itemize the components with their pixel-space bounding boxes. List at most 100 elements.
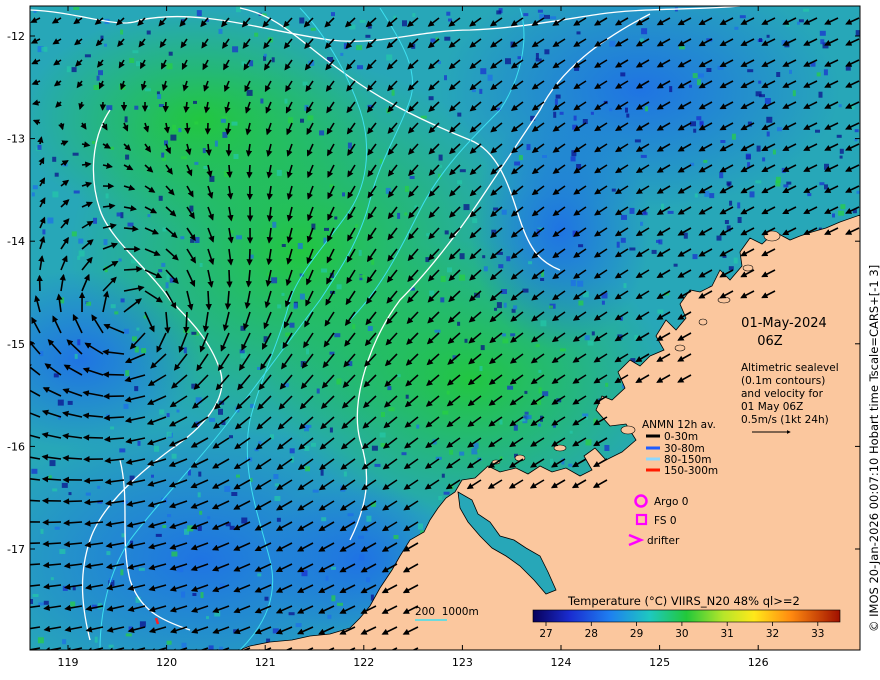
sst-pixel	[157, 94, 162, 99]
sst-pixel	[229, 525, 235, 530]
sst-pixel	[158, 104, 164, 107]
sst-pixel	[692, 254, 698, 260]
sst-pixel	[77, 339, 81, 346]
sst-pixel	[836, 134, 842, 138]
sst-pixel	[528, 261, 533, 265]
sst-pixel	[38, 602, 45, 606]
sst-pixel	[524, 411, 529, 415]
sst-pixel	[206, 616, 209, 620]
sst-pixel	[611, 188, 616, 192]
sst-pixel	[359, 19, 366, 23]
sst-pixel	[224, 485, 231, 492]
sst-pixel	[679, 46, 685, 50]
velocity-arrow	[226, 164, 233, 179]
sst-pixel	[766, 34, 770, 38]
sst-pixel	[180, 236, 185, 240]
sst-pixel	[472, 218, 478, 224]
side-credit-label: © IMOS 20-Jan-2026 00:07:10 Hobart time …	[867, 265, 880, 632]
sst-pixel	[629, 207, 635, 214]
sst-pixel	[139, 621, 146, 628]
sst-pixel	[258, 441, 262, 445]
sst-pixel	[120, 298, 125, 303]
velocity-arrow	[184, 122, 191, 135]
date-label: 01-May-2024	[741, 316, 827, 331]
sst-pixel	[446, 390, 450, 395]
sst-pixel	[167, 514, 172, 518]
sst-pixel	[387, 386, 392, 391]
sst-pixel	[289, 322, 295, 328]
sst-pixel	[125, 154, 130, 160]
sst-pixel	[190, 238, 195, 243]
sst-pixel	[840, 204, 846, 210]
sst-pixel	[807, 193, 812, 197]
sst-pixel	[124, 116, 128, 123]
sst-pixel	[832, 213, 835, 218]
sst-pixel	[819, 182, 825, 186]
sst-pixel	[459, 253, 465, 260]
sst-pixel	[310, 27, 316, 31]
sst-pixel	[605, 382, 609, 387]
sst-pixel	[254, 32, 259, 37]
sst-pixel	[241, 517, 248, 524]
sst-pixel	[68, 492, 72, 496]
sst-pixel	[220, 118, 226, 123]
sst-pixel	[176, 409, 180, 413]
sst-pixel	[120, 29, 124, 35]
sst-pixel	[480, 68, 487, 75]
sst-pixel	[347, 513, 354, 517]
sst-pixel	[620, 72, 626, 77]
sst-pixel	[151, 474, 154, 478]
sst-pixel	[510, 333, 516, 337]
sst-pixel	[634, 139, 641, 143]
sst-pixel	[233, 154, 239, 159]
argo-label: Argo 0	[654, 496, 688, 508]
sst-pixel	[621, 214, 627, 220]
sst-pixel	[334, 216, 338, 220]
sst-pixel	[584, 335, 590, 341]
description-line: 01 May 06Z	[741, 401, 803, 413]
sst-pixel	[570, 280, 576, 287]
sst-pixel	[334, 333, 341, 338]
velocity-arrow	[30, 542, 41, 545]
sst-pixel	[568, 463, 573, 467]
sst-pixel	[119, 448, 126, 453]
y-tick-label: -12	[7, 30, 25, 43]
sst-pixel	[694, 193, 698, 198]
sst-pixel	[786, 181, 792, 185]
sst-pixel	[591, 331, 595, 336]
sst-pixel	[538, 423, 542, 427]
x-tick-label: 124	[551, 656, 572, 669]
sst-pixel	[54, 526, 60, 530]
sst-pixel	[505, 58, 511, 65]
sst-pixel	[756, 145, 761, 152]
sst-pixel	[442, 410, 449, 415]
sst-pixel	[538, 369, 542, 373]
sst-pixel	[136, 61, 141, 67]
sst-pixel	[733, 257, 738, 264]
sst-pixel	[641, 212, 648, 216]
sst-pixel	[161, 152, 165, 158]
sst-pixel	[729, 200, 733, 206]
sst-pixel	[737, 217, 742, 223]
sst-pixel	[819, 30, 826, 36]
sst-pixel	[304, 446, 310, 451]
sst-pixel	[98, 70, 103, 76]
sst-pixel	[502, 338, 509, 344]
sst-pixel	[356, 45, 363, 51]
sst-pixel	[146, 30, 151, 35]
sst-pixel	[311, 442, 316, 447]
anmn-legend-title: ANMN 12h av.	[642, 419, 716, 431]
sst-pixel	[550, 16, 557, 20]
velocity-arrow	[42, 540, 62, 547]
sst-pixel	[197, 525, 202, 531]
sst-pixel	[523, 13, 529, 17]
sst-pixel	[818, 91, 823, 98]
sst-pixel	[304, 425, 309, 432]
sst-pixel	[418, 523, 423, 530]
sst-pixel	[522, 288, 529, 293]
sst-pixel	[471, 448, 478, 455]
sst-pixel	[62, 639, 67, 645]
sst-pixel	[229, 435, 233, 439]
sst-pixel	[629, 247, 636, 251]
sst-pixel	[236, 6, 241, 13]
